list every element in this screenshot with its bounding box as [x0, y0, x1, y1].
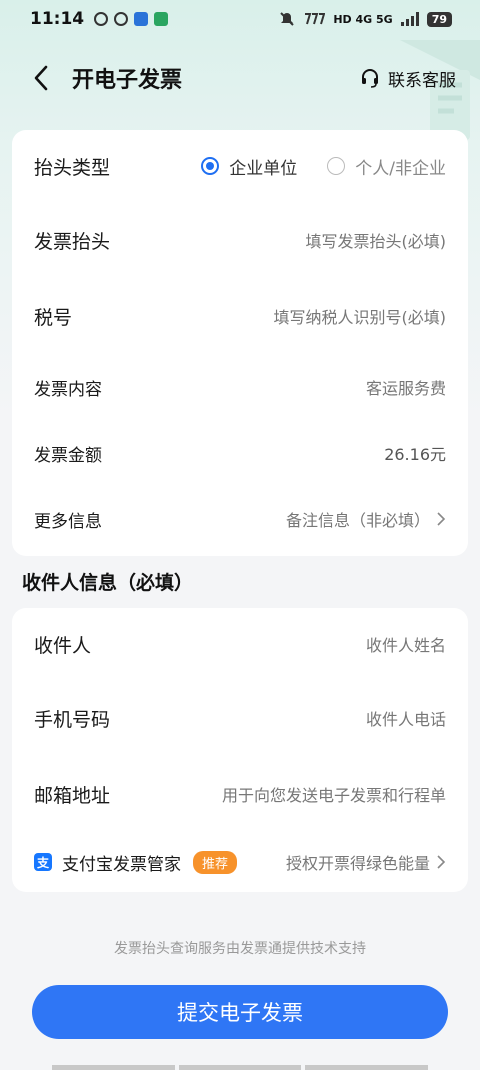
radio-enterprise-label: 企业单位	[229, 158, 298, 179]
gesture-segment	[178, 1065, 302, 1070]
title-type-radio-group: 企业单位 个人/非企业	[201, 154, 446, 179]
footnote-text: 发票抬头查询服务由发票通提供技术支持	[114, 941, 366, 957]
more-info-text: 备注信息（非必填）	[285, 511, 430, 530]
invoice-form-card: 抬头类型 企业单位 个人/非企业 发票抬头 填写发票抬头(必填) 税号 填写纳税…	[12, 130, 468, 556]
phone-input[interactable]: 收件人电话	[366, 706, 446, 730]
invoice-content-value: 客运服务费	[365, 379, 446, 398]
invoice-content-row: 发票内容 客运服务费	[12, 354, 468, 420]
alipay-row[interactable]: 支 支付宝发票管家 推荐 授权开票得绿色能量	[12, 832, 468, 892]
recipient-section-title: 收件人信息（必填）	[22, 572, 194, 594]
alipay-label: 支付宝发票管家	[62, 854, 181, 875]
email-label: 邮箱地址	[34, 784, 111, 807]
alipay-authorize-text: 授权开票得绿色能量	[285, 854, 430, 873]
app-notification-icon	[114, 12, 129, 26]
more-info-label: 更多信息	[34, 511, 102, 532]
more-info-value[interactable]: 备注信息（非必填）	[286, 507, 446, 531]
app-notification-icon	[94, 12, 109, 26]
gesture-segment	[52, 1065, 175, 1070]
email-input[interactable]: 用于向您发送电子发票和行程单	[222, 782, 446, 806]
system-icons: HD 4G 5G 79	[279, 11, 452, 27]
tax-id-row[interactable]: 税号 填写纳税人识别号(必填)	[12, 278, 468, 354]
gesture-segment	[305, 1065, 429, 1070]
invoice-amount-row: 发票金额 26.16元	[12, 420, 468, 486]
chevron-right-icon	[437, 855, 446, 869]
tax-id-input[interactable]: 填写纳税人识别号(必填)	[274, 304, 447, 328]
invoice-title-label: 发票抬头	[34, 230, 111, 253]
alipay-authorize[interactable]: 授权开票得绿色能量	[286, 850, 446, 874]
invoice-title-row[interactable]: 发票抬头 填写发票抬头(必填)	[12, 202, 468, 278]
radio-personal-label: 个人/非企业	[355, 158, 446, 179]
app-notification-icon	[134, 12, 149, 26]
notification-icons	[94, 12, 169, 26]
status-time: 11:14	[30, 9, 85, 29]
title-type-row: 抬头类型 企业单位 个人/非企业	[12, 130, 468, 202]
title-type-label: 抬头类型	[34, 156, 111, 179]
radio-personal[interactable]: 个人/非企业	[327, 154, 446, 179]
recommend-badge: 推荐	[193, 850, 238, 874]
page-title: 开电子发票	[72, 68, 183, 93]
phone-label: 手机号码	[34, 708, 111, 731]
signal-icon	[400, 12, 419, 26]
recipient-card: 收件人 收件人姓名 手机号码 收件人电话 邮箱地址 用于向您发送电子发票和行程单…	[12, 608, 468, 892]
recipient-name-row[interactable]: 收件人 收件人姓名	[12, 608, 468, 680]
status-bar: 11:14 HD 4G 5G 79	[0, 0, 480, 38]
back-button[interactable]	[28, 65, 54, 91]
invoice-content-label: 发票内容	[34, 379, 102, 400]
customer-service-label: 联系客服	[388, 70, 456, 91]
nav-header: 开电子发票 联系客服	[0, 50, 480, 106]
gesture-bar	[52, 1065, 429, 1070]
invoice-amount-label: 发票金额	[34, 445, 102, 466]
tax-id-label: 税号	[34, 306, 73, 329]
phone-row[interactable]: 手机号码 收件人电话	[12, 680, 468, 756]
more-info-row[interactable]: 更多信息 备注信息（非必填）	[12, 486, 468, 552]
customer-service-button[interactable]: 联系客服	[360, 66, 456, 91]
chevron-right-icon	[437, 512, 446, 526]
invoice-title-input[interactable]: 填写发票抬头(必填)	[306, 228, 447, 252]
radio-checked-icon	[201, 157, 220, 175]
invoice-amount-value: 26.16元	[384, 445, 446, 464]
vibration-icon	[305, 13, 326, 25]
network-text: HD 4G 5G	[333, 12, 393, 26]
radio-enterprise[interactable]: 企业单位	[201, 154, 297, 179]
submit-invoice-button[interactable]: 提交电子发票	[32, 985, 448, 1039]
recipient-name-label: 收件人	[34, 634, 92, 657]
battery-indicator: 79	[426, 11, 452, 27]
headset-icon	[362, 69, 378, 88]
email-row[interactable]: 邮箱地址 用于向您发送电子发票和行程单	[12, 756, 468, 832]
app-notification-icon	[154, 12, 169, 26]
recipient-name-input[interactable]: 收件人姓名	[366, 632, 446, 656]
alipay-icon: 支	[34, 853, 52, 871]
radio-unchecked-icon	[327, 157, 346, 175]
mute-icon	[280, 12, 295, 26]
chevron-left-icon	[34, 65, 48, 91]
